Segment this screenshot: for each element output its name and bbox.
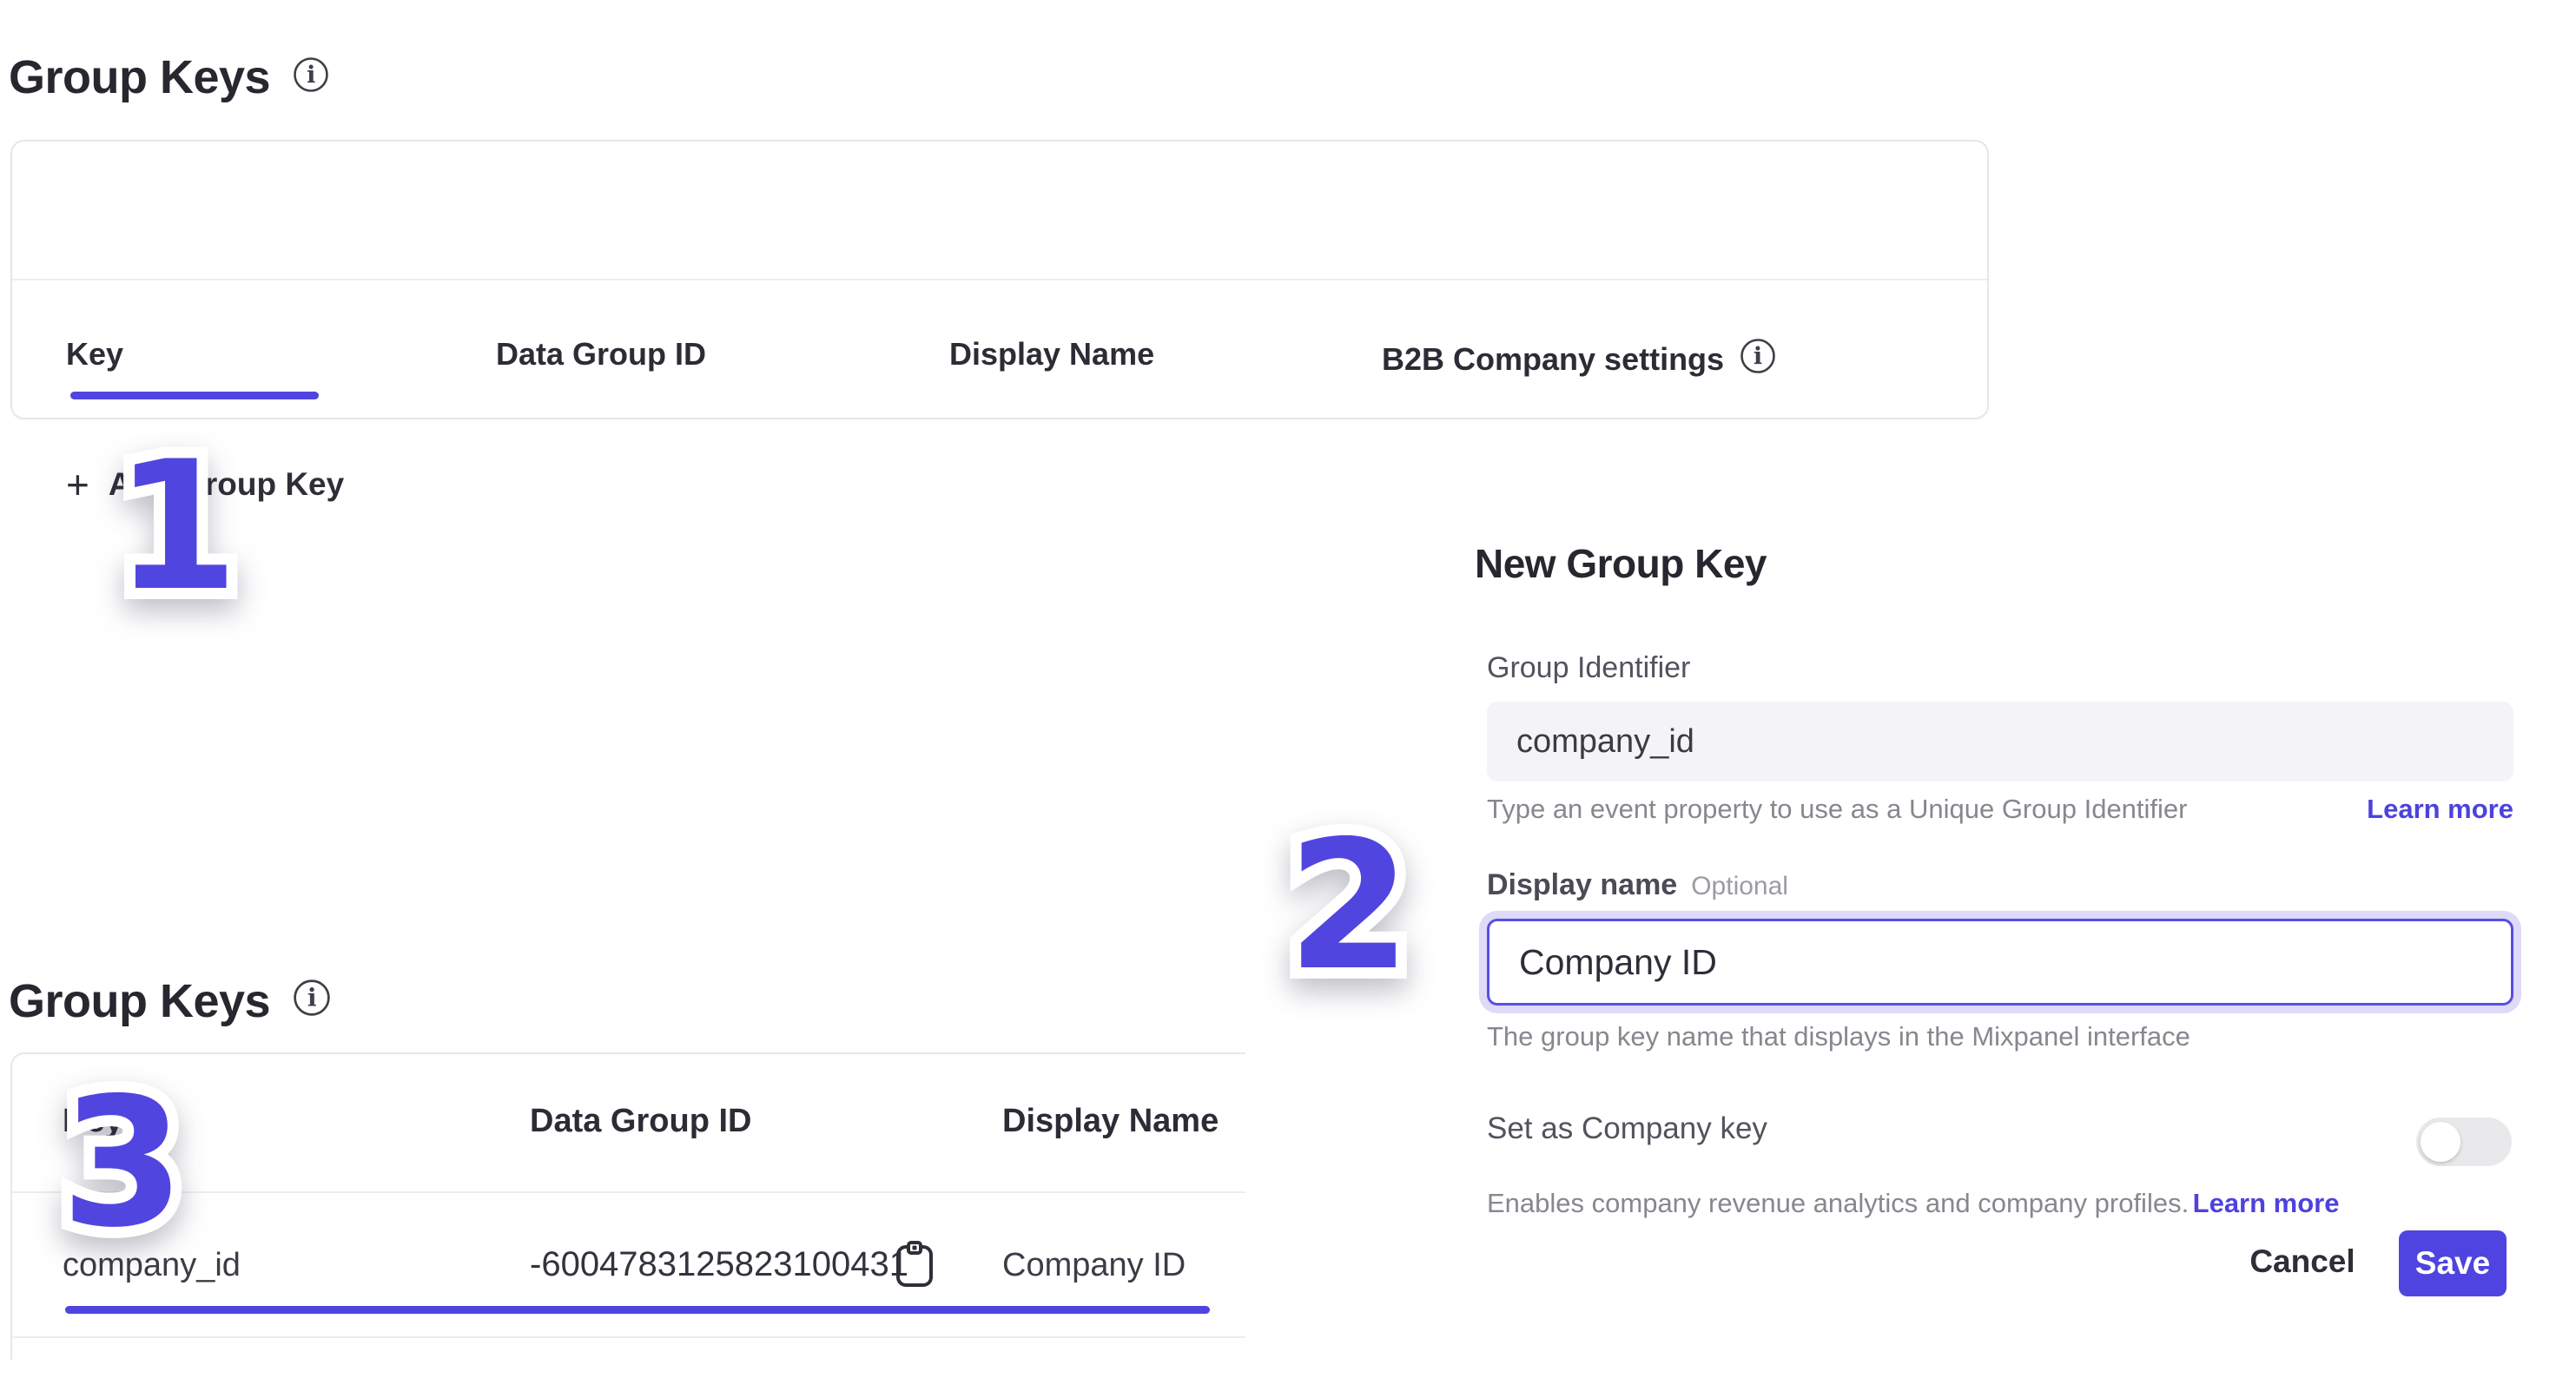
- info-icon[interactable]: i: [1740, 338, 1776, 382]
- display-name-input[interactable]: [1487, 919, 2513, 1006]
- info-icon[interactable]: i: [293, 50, 329, 104]
- column-header-key: Key: [63, 1103, 123, 1140]
- display-name-helper: The group key name that displays in the …: [1487, 1021, 2190, 1052]
- display-name-optional-tag: Optional: [1691, 872, 1788, 901]
- row-cell-display-name: Company ID: [1002, 1247, 1186, 1284]
- group-keys-heading-top: Group Keys i: [9, 50, 329, 104]
- group-keys-table-card-top: Key Data Group ID Display Name B2B Compa…: [10, 140, 1989, 419]
- company-key-description: Enables company revenue analytics and co…: [1487, 1188, 2189, 1218]
- plus-icon: +: [66, 465, 89, 504]
- column-header-display-name: Display Name: [1002, 1103, 1219, 1140]
- group-identifier-label: Group Identifier: [1487, 651, 1690, 685]
- row-cell-data-group-id: -6004783125823100431: [530, 1245, 908, 1284]
- group-keys-heading-top-label: Group Keys: [9, 50, 270, 104]
- company-key-description-row: Enables company revenue analytics and co…: [1487, 1188, 2339, 1219]
- svg-text:i: i: [307, 982, 317, 1012]
- row-cell-key: company_id: [63, 1247, 241, 1284]
- info-icon[interactable]: i: [293, 974, 331, 1028]
- cancel-button[interactable]: Cancel: [2246, 1243, 2359, 1280]
- company-key-label: Set as Company key: [1487, 1111, 1767, 1146]
- identifier-learn-more-link[interactable]: Learn more: [2355, 794, 2513, 825]
- group-identifier-helper: Type an event property to use as a Uniqu…: [1487, 794, 2187, 825]
- step-badge-2: 2 2: [1287, 818, 1400, 992]
- group-keys-heading-bottom: Group Keys i: [9, 974, 331, 1028]
- page: Group Keys i Key Data Group ID Display N…: [0, 0, 2576, 1398]
- table-row-divider: [12, 1336, 1245, 1338]
- display-name-label-row: Display name Optional: [1487, 868, 1788, 902]
- column-header-data-group-id: Data Group ID: [530, 1103, 751, 1140]
- dialog-title: New Group Key: [1475, 540, 1767, 587]
- company-key-learn-more-link[interactable]: Learn more: [2193, 1188, 2340, 1218]
- column-header-b2b-settings-label: B2B Company settings: [1382, 341, 1724, 378]
- add-group-key-label: Add Group Key: [109, 466, 344, 503]
- display-name-label: Display name: [1487, 868, 1677, 902]
- column-header-data-group-id: Data Group ID: [496, 336, 706, 373]
- step-badge-2-number: 2: [1287, 818, 1411, 996]
- copy-icon[interactable]: [895, 1240, 935, 1293]
- column-header-key: Key: [66, 336, 123, 373]
- column-header-b2b-settings: B2B Company settings i: [1382, 336, 1776, 382]
- save-button[interactable]: Save: [2399, 1230, 2507, 1296]
- svg-text:i: i: [307, 62, 315, 89]
- group-identifier-input[interactable]: [1487, 702, 2513, 781]
- svg-text:i: i: [1754, 343, 1762, 370]
- column-header-display-name: Display Name: [949, 336, 1154, 373]
- annotation-underline-add-group-key: [70, 392, 319, 399]
- table-header-divider: [12, 1191, 1245, 1193]
- toggle-knob: [2421, 1122, 2460, 1162]
- table-header-divider: [12, 279, 1987, 280]
- annotation-underline-group-key-row: [65, 1306, 1210, 1314]
- add-group-key-button[interactable]: + Add Group Key: [66, 465, 344, 504]
- company-key-toggle[interactable]: [2416, 1118, 2512, 1166]
- group-keys-heading-bottom-label: Group Keys: [9, 974, 270, 1028]
